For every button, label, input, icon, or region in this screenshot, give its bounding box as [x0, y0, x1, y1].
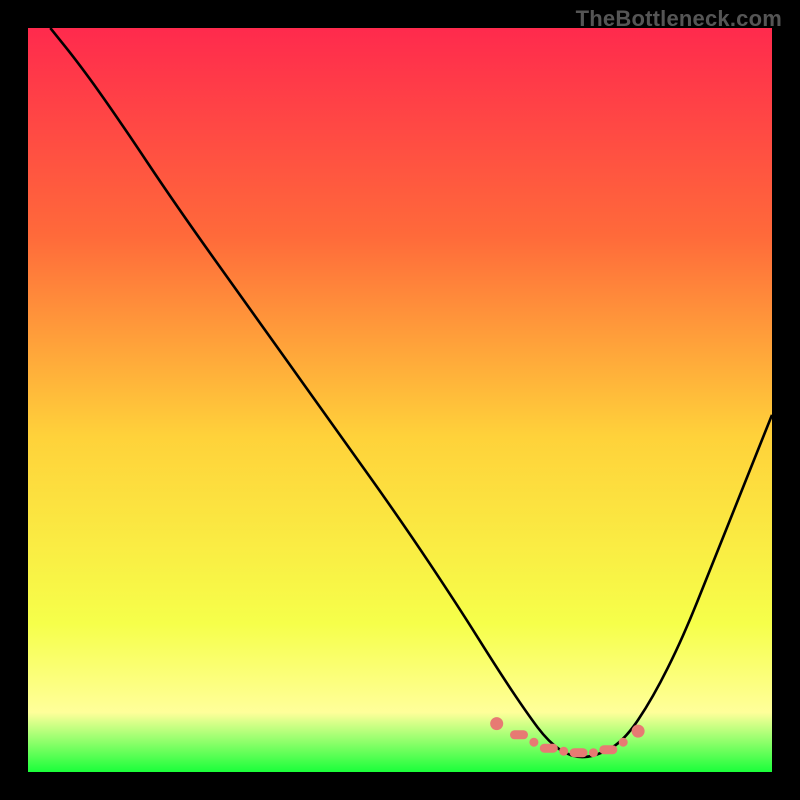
- accent-marker: [589, 748, 598, 757]
- chart-svg: [28, 28, 772, 772]
- accent-marker: [632, 725, 645, 738]
- accent-marker: [619, 738, 628, 747]
- accent-marker: [570, 748, 588, 757]
- chart-frame: TheBottleneck.com: [0, 0, 800, 800]
- accent-marker: [529, 738, 538, 747]
- chart-plot: [28, 28, 772, 772]
- accent-marker: [490, 717, 503, 730]
- accent-marker: [599, 745, 617, 754]
- accent-marker: [540, 744, 558, 753]
- accent-marker: [510, 730, 528, 739]
- gradient-background: [28, 28, 772, 772]
- accent-marker: [559, 747, 568, 756]
